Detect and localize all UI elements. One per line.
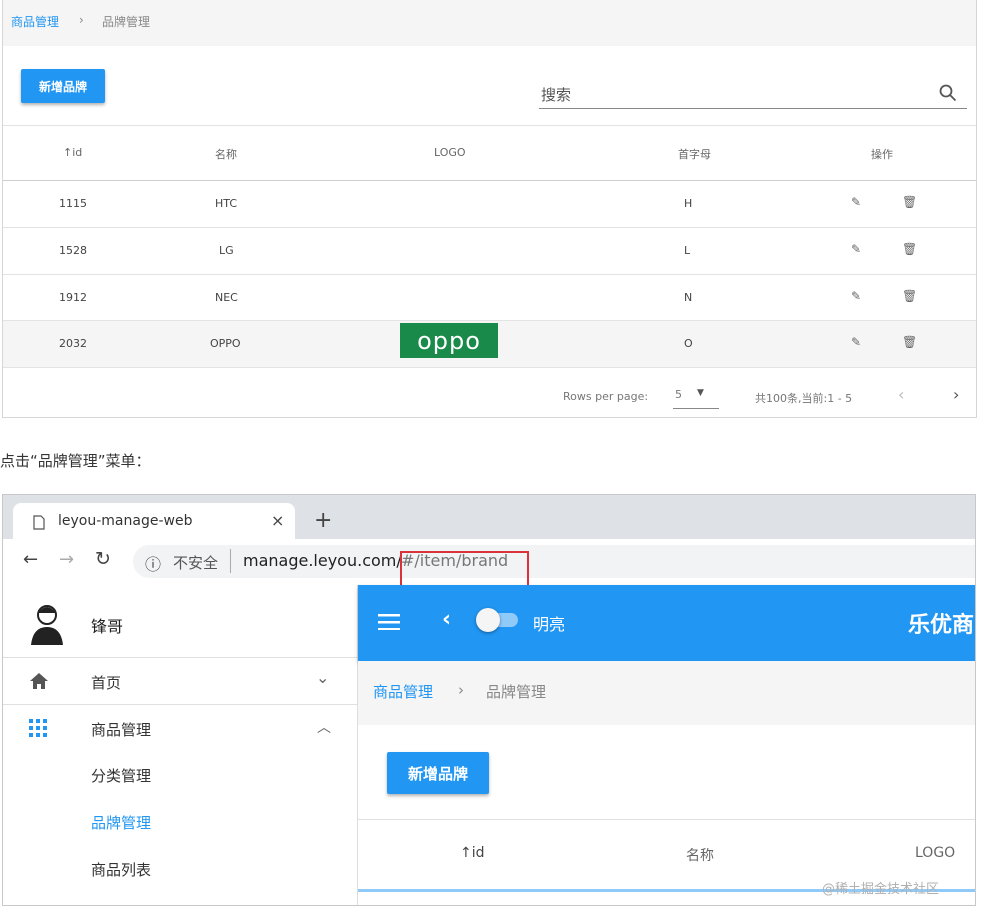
cell-initial: L <box>684 244 691 257</box>
chevron-left-icon[interactable]: ‹ <box>442 607 451 632</box>
next-page-icon[interactable]: › <box>953 385 959 404</box>
delete-icon[interactable]: 🗑 <box>902 195 917 209</box>
table-row[interactable]: 1912 NEC N ✎ 🗑 <box>3 275 976 321</box>
divider <box>3 125 976 126</box>
chevron-down-icon: ⌄ <box>316 668 330 687</box>
url-host: manage.leyou.com/ <box>243 551 402 570</box>
breadcrumb-item-brand-management: 品牌管理 <box>486 683 547 701</box>
table-row[interactable]: 1115 HTC H ✎ 🗑 <box>3 181 976 227</box>
breadcrumb: 商品管理 › 品牌管理 <box>3 0 976 46</box>
brand-management-panel: 商品管理 › 品牌管理 新增品牌 ↑id 名称 LOGO 首字母 操作 1115… <box>2 0 977 418</box>
add-brand-button[interactable]: 新增品牌 <box>387 752 489 794</box>
sidebar-item-label: 分类管理 <box>91 767 152 785</box>
edit-icon[interactable]: ✎ <box>851 195 861 209</box>
rows-per-page-select[interactable]: 5 ▼ <box>673 384 719 409</box>
cell-id: 1528 <box>59 244 87 257</box>
cell-initial: O <box>684 337 693 350</box>
oppo-logo-image: oppo <box>400 323 498 358</box>
divider <box>358 819 975 820</box>
chevron-right-icon: › <box>458 681 464 699</box>
forward-icon[interactable]: → <box>59 549 74 570</box>
rows-per-page-label: Rows per page: <box>563 390 649 403</box>
document-icon <box>33 515 45 530</box>
sidebar-item-label: 商品列表 <box>91 861 152 879</box>
theme-toggle-knob[interactable] <box>476 608 500 632</box>
search-field[interactable] <box>539 78 967 109</box>
divider <box>230 549 231 573</box>
breadcrumb: 商品管理 › 品牌管理 <box>358 661 975 725</box>
rows-per-page-value: 5 <box>675 388 682 401</box>
column-header-id[interactable]: ↑id <box>63 146 82 159</box>
cell-name: OPPO <box>210 337 241 350</box>
tab-title: leyou-manage-web <box>58 513 193 529</box>
browser-tab[interactable]: leyou-manage-web × <box>13 503 295 543</box>
home-icon <box>30 673 48 689</box>
app-bar: ‹ 明亮 乐优商 <box>358 585 975 661</box>
breadcrumb-item-product-management[interactable]: 商品管理 <box>373 681 433 702</box>
column-header-name[interactable]: 名称 <box>686 845 714 865</box>
apps-grid-icon <box>29 719 47 737</box>
caption-text: 点击“品牌管理”菜单： <box>0 452 151 470</box>
caret-down-icon: ▼ <box>697 388 704 398</box>
cell-name: LG <box>219 244 234 257</box>
cell-initial: H <box>684 197 693 210</box>
search-icon[interactable] <box>939 84 957 102</box>
sidebar-item-product-list[interactable]: 商品列表 <box>3 845 357 891</box>
sidebar-item-label: 首页 <box>91 674 122 692</box>
menu-icon[interactable] <box>378 614 400 630</box>
browser-window: leyou-manage-web × + ← → ↻ ⓘ 不安全 manage.… <box>2 494 976 906</box>
sidebar-item-home[interactable]: 首页 ⌄ <box>3 658 357 704</box>
info-icon[interactable]: ⓘ <box>145 551 161 575</box>
delete-icon[interactable]: 🗑 <box>902 335 917 349</box>
breadcrumb-item-product-management[interactable]: 商品管理 <box>11 13 59 30</box>
theme-toggle-label: 明亮 <box>533 615 566 634</box>
new-tab-icon[interactable]: + <box>314 508 332 533</box>
column-header-actions: 操作 <box>871 148 893 161</box>
edit-icon[interactable]: ✎ <box>851 242 861 256</box>
add-brand-button[interactable]: 新增品牌 <box>21 69 105 103</box>
divider <box>3 367 976 368</box>
security-label: 不安全 <box>173 554 219 572</box>
column-header-initial[interactable]: 首字母 <box>678 146 711 162</box>
sidebar: 锋哥 首页 ⌄ 商品管理 ︿ 分类管理 品牌管理 商品列表 <box>3 585 358 905</box>
delete-icon[interactable]: 🗑 <box>902 289 917 303</box>
user-name: 锋哥 <box>91 617 124 636</box>
breadcrumb-item-brand-management: 品牌管理 <box>102 15 151 29</box>
cell-id: 2032 <box>59 337 87 350</box>
cell-name: HTC <box>215 197 238 210</box>
avatar <box>27 601 67 645</box>
back-icon[interactable]: ← <box>23 549 38 570</box>
cell-id: 1912 <box>59 291 87 304</box>
watermark: @稀土掘金技术社区 <box>822 882 940 897</box>
close-tab-icon[interactable]: × <box>271 511 284 530</box>
column-header-logo[interactable]: LOGO <box>915 845 955 861</box>
delete-icon[interactable]: 🗑 <box>902 242 917 256</box>
sidebar-item-product-management[interactable]: 商品管理 ︿ <box>3 705 357 751</box>
cell-id: 1115 <box>59 197 87 210</box>
pagination-range: 共100条,当前:1 - 5 <box>755 392 853 405</box>
column-header-logo[interactable]: LOGO <box>434 146 466 159</box>
chevron-right-icon: › <box>79 13 84 27</box>
sidebar-item-label: 品牌管理 <box>91 814 152 832</box>
url-highlight-box <box>400 551 529 588</box>
prev-page-icon[interactable]: ‹ <box>898 385 904 404</box>
main-content: 商品管理 › 品牌管理 新增品牌 ↑id 名称 LOGO <box>358 661 975 905</box>
app-title: 乐优商 <box>908 613 975 638</box>
sidebar-item-label: 商品管理 <box>91 721 152 739</box>
column-header-id[interactable]: ↑id <box>460 845 485 861</box>
search-input[interactable] <box>539 82 923 108</box>
cell-initial: N <box>684 291 693 304</box>
sidebar-item-category-management[interactable]: 分类管理 <box>3 751 357 797</box>
chevron-up-icon: ︿ <box>317 720 331 736</box>
reload-icon[interactable]: ↻ <box>95 548 111 570</box>
table-row[interactable]: 1528 LG L ✎ 🗑 <box>3 228 976 274</box>
edit-icon[interactable]: ✎ <box>851 289 861 303</box>
sidebar-item-brand-management[interactable]: 品牌管理 <box>3 798 357 844</box>
column-header-name[interactable]: 名称 <box>215 146 237 162</box>
url-bar[interactable]: ⓘ 不安全 manage.leyou.com/ #/item/brand <box>133 545 975 578</box>
edit-icon[interactable]: ✎ <box>851 335 861 349</box>
cell-name: NEC <box>215 291 238 304</box>
